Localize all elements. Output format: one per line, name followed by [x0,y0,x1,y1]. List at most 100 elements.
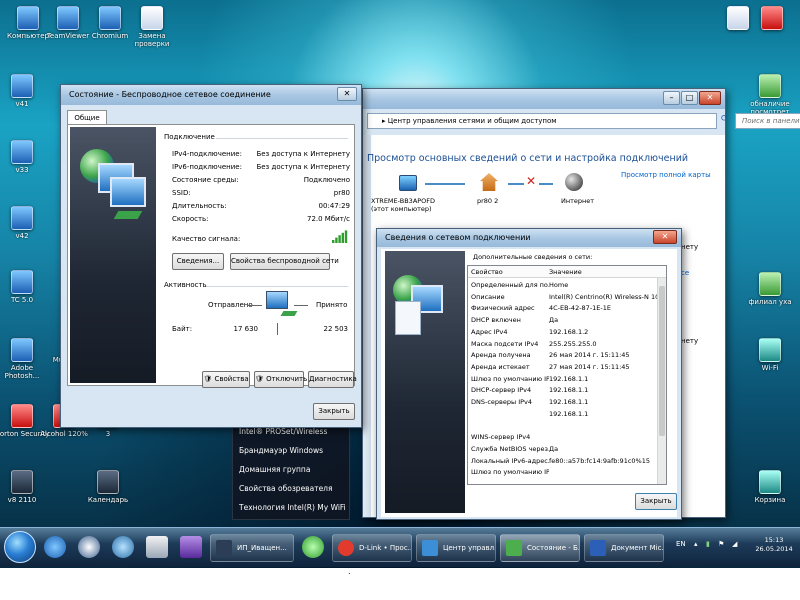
row-property: Служба NetBIOS через... [471,444,549,453]
table-row[interactable]: Аренда получена 26 мая 2014 г. 15:11:45 [471,351,659,359]
details-list[interactable]: Свойство Значение Определенный для по...H… [467,265,667,485]
activity-cable-icon [280,311,298,316]
table-row[interactable]: Локальный IPv6-адрес...fe80::a57b:fc14:9… [471,457,659,465]
table-row[interactable]: Описание Intel(R) Centrino(R) Wireless-N … [471,293,659,301]
row-value: 255.255.255.0 [549,339,597,348]
close-button[interactable]: ✕ [653,230,677,244]
table-row[interactable]: Определенный для по...Home [471,281,659,289]
wifi-icon [759,338,781,362]
language-indicator[interactable]: EN [676,540,686,548]
taskbar-item[interactable]: D-Link • Прос... [332,534,412,562]
desktop-icon-calendar[interactable]: Календарь [80,470,136,504]
disable-button[interactable]: 🛡 Отключить [254,371,307,388]
details-titlebar[interactable]: Сведения о сетевом подключении ✕ [377,229,681,247]
jump-item[interactable]: Intel® PROSet/Wireless [239,427,327,436]
minimize-button[interactable]: – [663,91,680,105]
column-header-property[interactable]: Свойство [471,268,549,276]
table-row[interactable]: DHCP-сервер IPv4 192.168.1.1 [471,386,659,394]
table-row[interactable]: 192.168.1.1 [471,410,659,418]
table-row[interactable]: Аренда истекает 27 мая 2014 г. 15:11:45 [471,363,659,371]
tray-volume-icon[interactable]: ◢ [732,540,737,548]
desktop-icon-pdf[interactable] [744,6,800,32]
field-value: Подключено [303,176,350,184]
table-row[interactable]: Шлюз по умолчанию IP... [471,468,659,476]
close-dialog-button[interactable]: Закрыть [313,403,355,420]
table-row[interactable]: Маска подсети IPv4 255.255.255.0 [471,340,659,348]
network-center-titlebar[interactable]: – □ ✕ [363,89,725,109]
field-label: Длительность: [172,202,227,210]
close-button[interactable]: ✕ [699,91,721,105]
diagnose-button[interactable]: Диагностика [308,371,357,388]
taskbar-item[interactable]: Состояние - Б... [500,534,580,562]
right-partial-link[interactable]: се [681,269,689,277]
desktop-icon-doc[interactable]: Замена проверки [124,6,180,48]
full-map-link[interactable]: Просмотр полной карты [621,171,711,179]
media-player-icon[interactable] [78,536,100,558]
table-row[interactable]: Физический адрес 4C-EB-42-87-1E-1E [471,304,659,312]
table-row[interactable]: Служба NetBIOS через...Да [471,445,659,453]
status-titlebar[interactable]: Состояние - Беспроводное сетевое соедине… [61,85,361,105]
taskbar-item[interactable]: ИП_Иващен... [210,534,294,562]
map-line [508,183,524,185]
desktop-icon-right-1[interactable]: обналичие посмотрет [742,74,798,116]
close-button[interactable]: ✕ [337,87,357,101]
table-row[interactable]: Шлюз по умолчанию IP...192.168.1.1 [471,375,659,383]
maximize-button[interactable]: □ [681,91,698,105]
desktop-icon-recycle[interactable]: Корзина [742,470,798,504]
document-icon [395,301,421,335]
properties-button[interactable]: 🛡 Свойства [202,371,250,388]
refresh-icon[interactable]: ⟳ [721,114,729,124]
wireless-properties-button[interactable]: Свойства беспроводной сети [230,253,339,270]
start-button[interactable] [4,531,36,563]
scrollbar-thumb[interactable] [659,286,665,436]
user-icon[interactable] [112,536,134,558]
tray-arrow-icon[interactable]: ▴ [694,540,698,548]
field-value: 00:47:29 [318,202,350,210]
computer-icon [17,6,39,30]
details-button[interactable]: Сведения... [172,253,224,270]
visual-studio-icon[interactable] [180,536,202,558]
desktop-icon-wifi[interactable]: Wi-Fi [742,338,798,372]
ie-icon[interactable] [44,536,66,558]
tray-flag-icon[interactable]: ⚑ [718,540,724,548]
page-heading: Просмотр основных сведений о сети и наст… [367,153,689,164]
jump-item[interactable]: Домашняя группа [239,465,310,474]
notepad-icon[interactable] [146,536,168,558]
desktop-icon-v8[interactable]: v8 2110 [0,470,50,504]
taskbar-item[interactable]: Документ Mic... [584,534,664,562]
field-label: IPv6-подключение: [172,163,242,171]
table-row[interactable]: DHCP включен Да [471,316,659,324]
desktop-icon-tc[interactable]: TC 5.0 [0,270,50,304]
right-partial-text: нету [681,337,699,345]
clock[interactable]: 15:13 26.05.2014 [750,536,798,554]
tray-network-icon[interactable]: ▮ [706,540,710,548]
monitor-icon [110,177,146,207]
row-property: Маска подсети IPv4 [471,339,539,348]
desktop-icon-v33[interactable]: v33 [0,140,50,174]
details-close-button[interactable]: Закрыть [635,493,677,510]
jump-item[interactable]: Свойства обозревателя [239,484,332,493]
column-header-value[interactable]: Значение [549,268,659,276]
clock-time: 15:13 [764,536,784,544]
row-value: Intel(R) Centrino(R) Wireless-N 1030 [549,292,659,301]
messenger-icon[interactable] [302,536,324,558]
tab-general[interactable]: Общие [67,110,107,125]
list-header: Свойство Значение [468,266,666,278]
jump-item[interactable]: Брандмауэр Windows [239,446,323,455]
scrollbar[interactable] [657,278,666,484]
address-bar[interactable]: ▸ Центр управления сетями и общим доступ… [367,113,717,129]
table-row[interactable]: WINS-сервер IPv4 [471,433,659,441]
table-row[interactable]: Адрес IPv4 192.168.1.2 [471,328,659,336]
table-row[interactable]: DNS-серверы IPv4 192.168.1.1 [471,398,659,406]
row-property: DHCP включен [471,316,521,325]
taskbar-item[interactable]: Центр управл... [416,534,496,562]
search-input[interactable]: Поиск в панели управления [735,113,800,129]
desktop-icon-v41[interactable]: v41 [0,74,50,108]
table-row[interactable] [471,421,659,429]
row-value: 192.168.1.1 [549,386,589,395]
desktop: Компьютер TeamViewer Chromium Замена про… [0,0,800,568]
cable-icon [113,211,143,219]
jump-item[interactable]: Технология Intel(R) My WiFi [239,503,346,512]
desktop-icon-right-2[interactable]: филиал уха [742,272,798,306]
desktop-icon-v42[interactable]: v42 [0,206,50,240]
